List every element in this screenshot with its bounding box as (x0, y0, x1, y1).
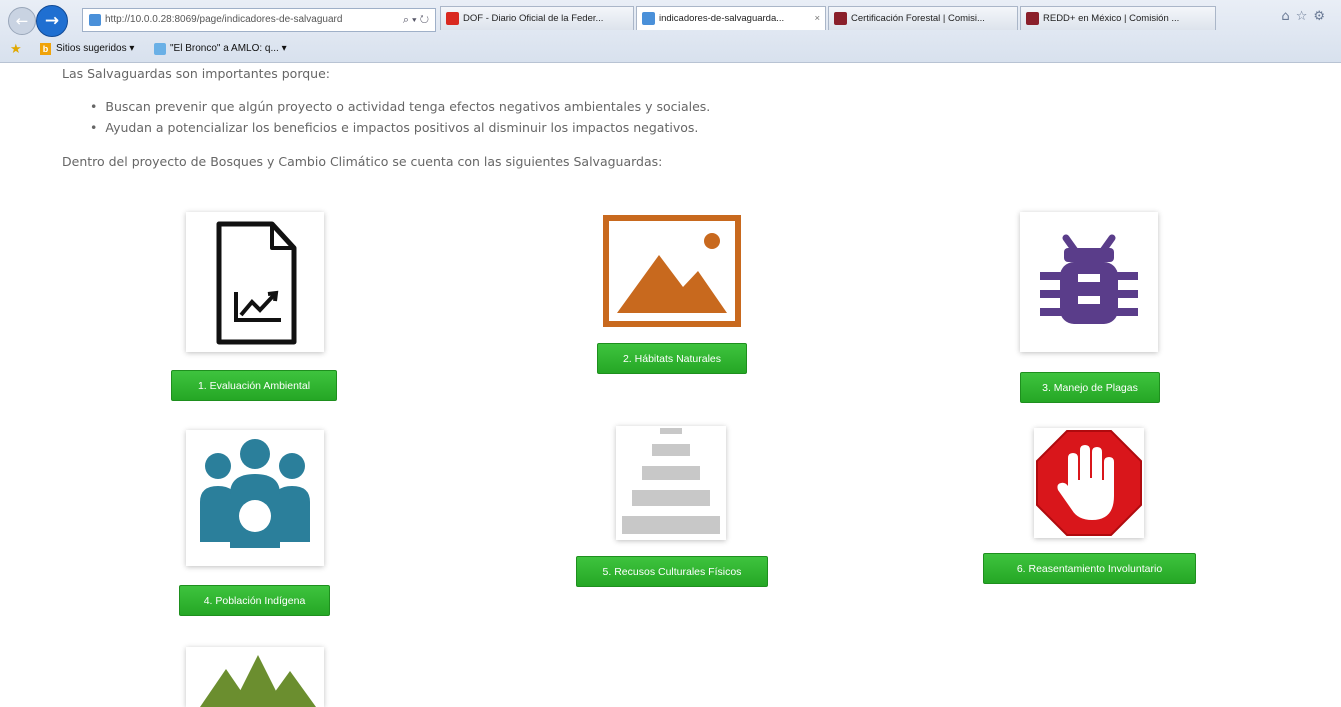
stop-hand-icon (1036, 430, 1142, 536)
tab-indicadores[interactable]: indicadores-de-salvaguarda... × (636, 6, 826, 30)
landscape-image-icon (603, 215, 741, 327)
tab-redd[interactable]: REDD+ en México | Comisión ... (1020, 6, 1216, 30)
tab-close-icon[interactable]: × (814, 7, 820, 30)
conafor-favicon-icon (1026, 12, 1039, 25)
safeguard-card-culturales[interactable] (616, 426, 726, 540)
pyramid-icon (622, 428, 720, 534)
safeguard-button-culturales[interactable]: 5. Recusos Culturales Físicos (576, 556, 768, 587)
gear-icon[interactable]: ⚙ (1313, 9, 1331, 24)
browser-toolbar-icons: ⌂☆⚙ (1281, 9, 1331, 24)
address-url[interactable]: http://10.0.0.28:8069/page/indicadores-d… (105, 9, 355, 31)
safeguards-intro-text: Dentro del proyecto de Bosques y Cambio … (62, 154, 663, 169)
dof-favicon-icon (446, 12, 459, 25)
safeguard-button-evaluacion[interactable]: 1. Evaluación Ambiental (171, 370, 337, 401)
safeguard-card-habitats[interactable] (603, 215, 741, 327)
safeguard-button-plagas[interactable]: 3. Manejo de Plagas (1020, 372, 1160, 403)
safeguard-card-indigena[interactable] (186, 430, 324, 566)
back-button[interactable]: ← (8, 7, 36, 35)
safeguard-card-plagas[interactable] (1020, 212, 1158, 352)
forward-button[interactable]: → (36, 5, 68, 37)
tab-certificacion[interactable]: Certificación Forestal | Comisi... (828, 6, 1018, 30)
intro-text: Las Salvaguardas son importantes porque: (62, 66, 330, 81)
favorite-sitios-sugeridos[interactable]: Sitios sugeridos ▾ (56, 37, 134, 61)
bug-icon (1040, 234, 1138, 324)
forward-arrow-icon: → (44, 11, 60, 31)
safeguard-card-7[interactable] (186, 647, 324, 707)
reasons-list: Buscan prevenir que algún proyecto o act… (90, 96, 710, 138)
tab-label: Certificación Forestal | Comisi... (851, 13, 985, 24)
safeguard-card-evaluacion[interactable] (186, 212, 324, 352)
safeguard-button-indigena[interactable]: 4. Población Indígena (179, 585, 330, 616)
document-chart-icon (216, 221, 297, 345)
conafor-favicon-icon (834, 12, 847, 25)
mountains-icon (200, 655, 316, 707)
star-icon[interactable]: ☆ (1296, 9, 1314, 24)
browser-chrome: ← → http://10.0.0.28:8069/page/indicador… (0, 0, 1341, 63)
address-bar[interactable]: http://10.0.0.28:8069/page/indicadores-d… (82, 8, 436, 32)
home-icon[interactable]: ⌂ (1281, 9, 1295, 24)
tab-dof[interactable]: DOF - Diario Oficial de la Feder... (440, 6, 634, 30)
favorite-el-bronco[interactable]: "El Bronco" a AMLO: q... ▾ (170, 37, 287, 61)
safeguard-card-reasentamiento[interactable] (1034, 428, 1144, 538)
address-controls[interactable]: ⌕ ▾ ↻ (403, 9, 429, 31)
back-arrow-icon: ← (15, 12, 29, 30)
favorites-star-icon[interactable]: ★ (10, 37, 22, 61)
people-group-icon (200, 439, 310, 548)
bing-icon: b (40, 43, 51, 55)
site-favicon-icon (89, 14, 101, 26)
tab-label: DOF - Diario Oficial de la Feder... (463, 13, 604, 24)
page-content: Las Salvaguardas son importantes porque:… (0, 62, 1341, 707)
favorites-bar: ★ b Sitios sugeridos ▾ "El Bronco" a AML… (0, 37, 1341, 61)
tab-label: indicadores-de-salvaguarda... (659, 13, 785, 24)
page-favicon-icon (642, 12, 655, 25)
list-item: Buscan prevenir que algún proyecto o act… (90, 96, 710, 117)
page-icon (154, 43, 166, 55)
safeguard-button-reasentamiento[interactable]: 6. Reasentamiento Involuntario (983, 553, 1196, 584)
safeguard-button-habitats[interactable]: 2. Hábitats Naturales (597, 343, 747, 374)
list-item: Ayudan a potencializar los beneficios e … (90, 117, 710, 138)
tab-label: REDD+ en México | Comisión ... (1043, 13, 1180, 24)
